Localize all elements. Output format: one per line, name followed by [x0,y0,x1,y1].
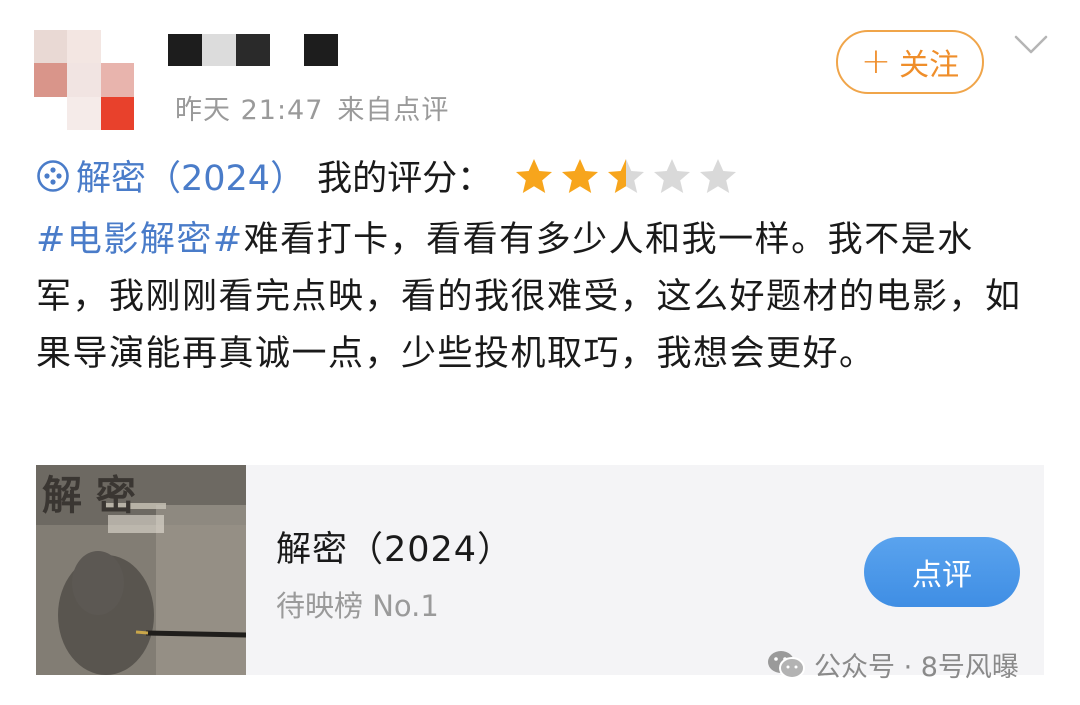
movie-link[interactable]: 解密（2024） [36,150,305,201]
post-time: 昨天 21:47 [175,95,324,126]
star-icon [608,158,645,193]
star-icon [562,158,599,193]
wechat-icon [768,650,805,679]
follow-button[interactable]: + 关注 [836,30,984,94]
post-source: 来自点评 [337,95,450,126]
rating-label: 我的评分： [317,159,493,199]
movie-poster: 解 密 [36,465,246,675]
review-button[interactable]: 点评 [864,537,1020,607]
card-movie-title: 解密（2024） [276,530,514,570]
star-icon [654,158,691,193]
username-redacted[interactable] [168,34,338,70]
hashtag-link[interactable]: #电影解密# [36,220,244,260]
movie-card[interactable]: 解 密 解密（2024） 待映榜 No.1 点评 [36,465,1044,675]
follow-label: 关注 [899,48,960,83]
rating-line: 解密（2024） 我的评分： [36,150,738,201]
chevron-down-icon[interactable] [1014,34,1048,56]
avatar[interactable] [34,30,134,130]
watermark: 公众号 · 8号风曝 [766,645,1019,684]
watermark-text: 公众号 · 8号风曝 [814,652,1019,683]
film-reel-icon [37,159,69,192]
movie-link-title: 解密（2024） [76,159,306,199]
card-subtitle: 待映榜 No.1 [276,589,439,623]
post-card: 昨天 21:47 来自点评 + 关注 解密（2024） 我的评分： #电影解密#难… [0,0,1080,705]
post-meta: 昨天 21:47 来自点评 [175,88,449,127]
plus-icon: + [860,41,892,82]
poster-title-text: 解 密 [42,472,136,519]
star-icon [700,158,737,193]
post-body: #电影解密#难看打卡，看看有多少人和我一样。我不是水军，我刚刚看完点映，看的我很… [36,212,1041,383]
star-rating [514,157,738,195]
star-icon [516,158,553,193]
